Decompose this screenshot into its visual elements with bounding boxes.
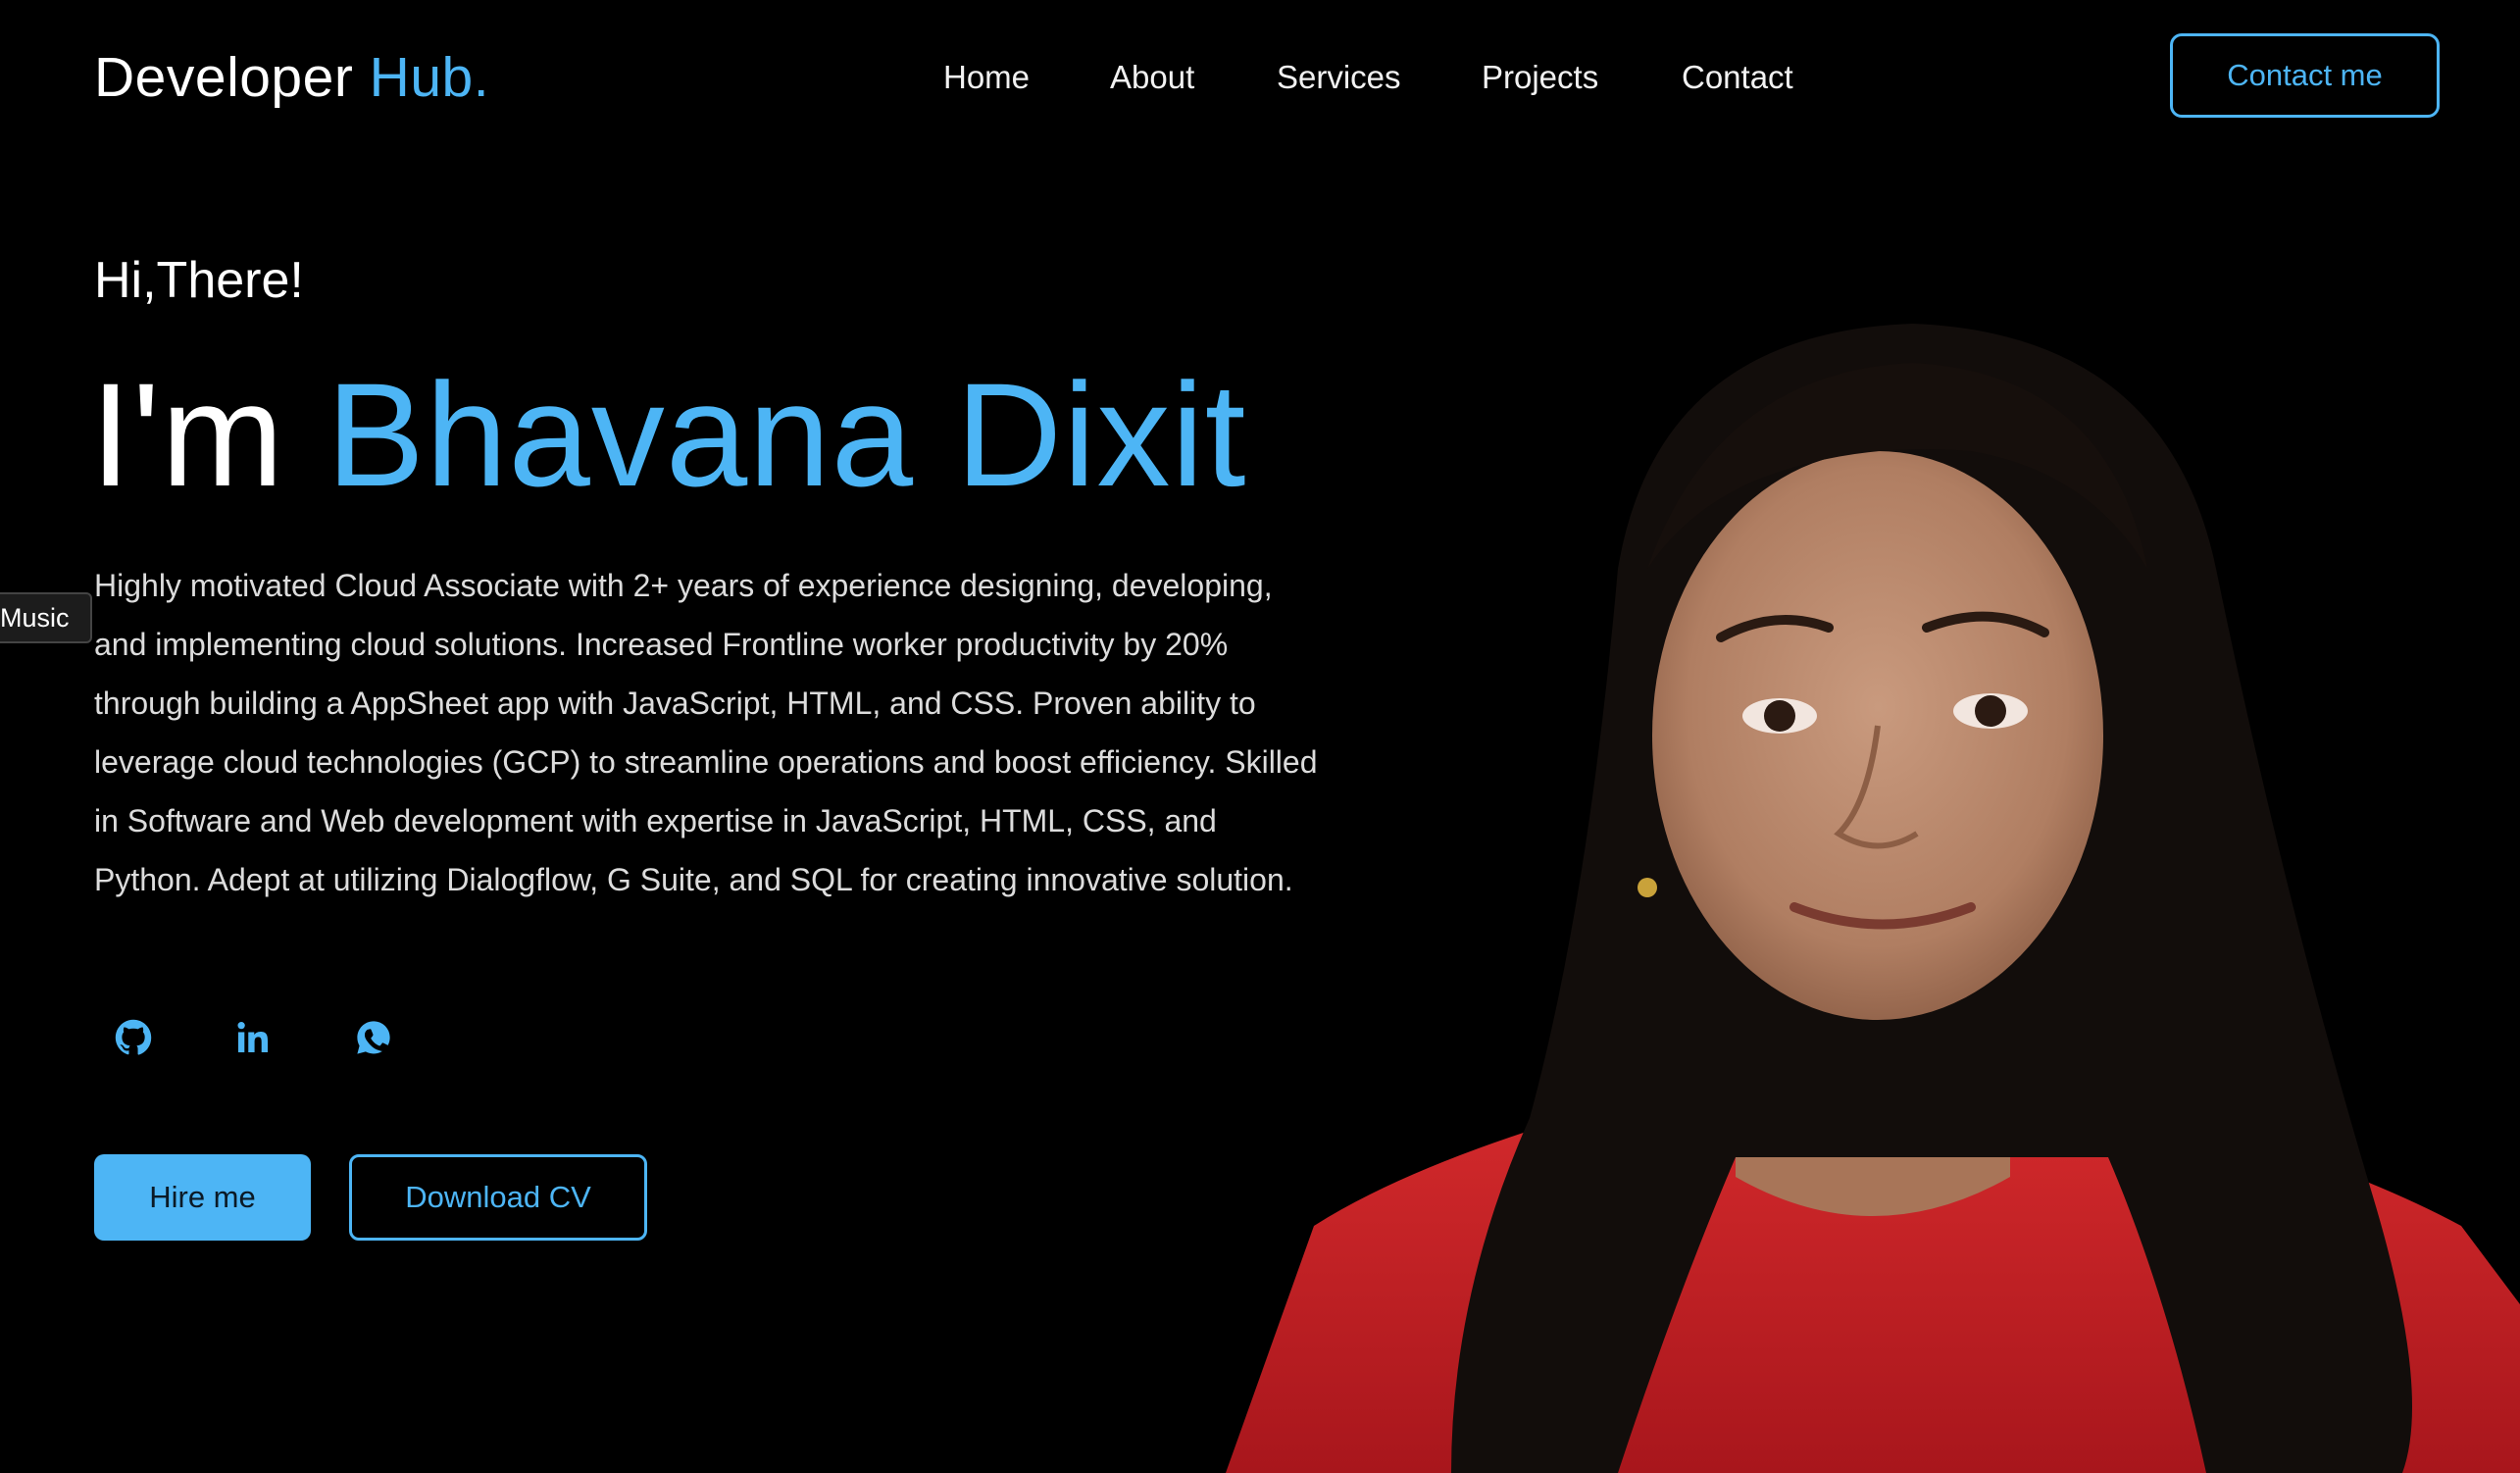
music-toggle-button[interactable]: Music: [0, 592, 92, 643]
profile-photo: [1226, 314, 2520, 1473]
site-logo[interactable]: Developer Hub.: [94, 45, 489, 110]
hero-name: Bhavana Dixit: [326, 352, 1247, 517]
linkedin-icon[interactable]: [224, 1010, 282, 1065]
whatsapp-icon[interactable]: [344, 1010, 403, 1065]
contact-me-button[interactable]: Contact me: [2170, 33, 2440, 118]
hero-name-prefix: I'm: [90, 352, 285, 517]
nav-home-link[interactable]: Home: [943, 55, 1030, 100]
page: Developer Hub. Home About Services Proje…: [0, 0, 2520, 1473]
nav-contact-link[interactable]: Contact: [1682, 55, 1793, 100]
nav-projects-link[interactable]: Projects: [1482, 55, 1598, 100]
download-cv-button[interactable]: Download CV: [349, 1154, 647, 1241]
nav-services-link[interactable]: Services: [1277, 55, 1401, 100]
hero-bio: Highly motivated Cloud Associate with 2+…: [94, 568, 1318, 897]
hire-me-button[interactable]: Hire me: [94, 1154, 311, 1241]
hero-greeting: Hi,There!: [94, 252, 304, 309]
github-icon[interactable]: [104, 1010, 163, 1065]
logo-main-text: Developer: [94, 46, 354, 109]
hero-heading: I'm Bhavana Dixit: [90, 351, 1246, 518]
nav-about-link[interactable]: About: [1110, 55, 1194, 100]
logo-accent-text: Hub.: [369, 46, 490, 109]
